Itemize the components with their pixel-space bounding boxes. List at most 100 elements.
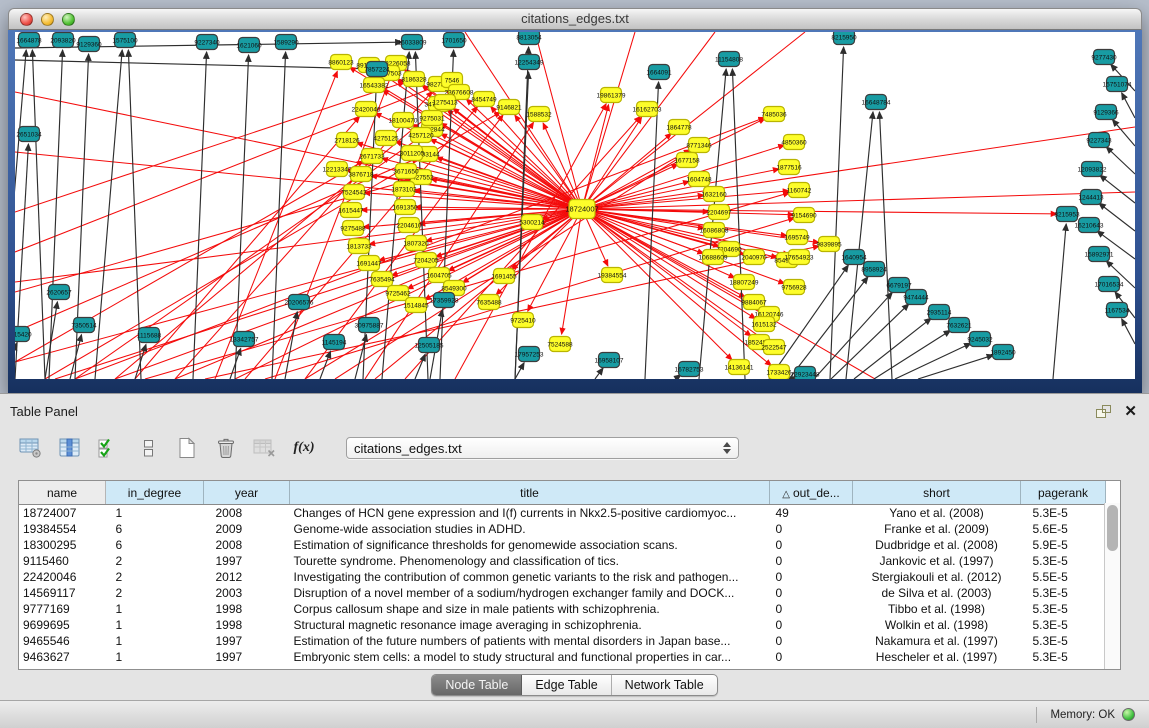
graph-node-label: 16033809 — [398, 40, 427, 47]
graph-edge[interactable] — [95, 50, 122, 379]
graph-edge[interactable] — [1053, 224, 1066, 379]
graph-edge[interactable] — [215, 71, 337, 379]
tab-node-table[interactable]: Node Table — [432, 675, 522, 695]
table-vertical-scrollbar[interactable] — [1104, 503, 1120, 669]
graph-edge[interactable] — [1100, 175, 1135, 203]
table-row[interactable]: 1938455462009Genome-wide association stu… — [19, 521, 1106, 537]
graph-edge[interactable] — [355, 335, 366, 379]
graph-edge[interactable] — [515, 363, 524, 379]
table-row[interactable]: 969969511998Structural magnetic resonanc… — [19, 617, 1106, 633]
graph-node-label: 1615447 — [338, 208, 364, 215]
graph-edge[interactable] — [235, 55, 249, 379]
graph-node-label: 1864778 — [666, 125, 692, 132]
graph-node-label: 1575100 — [112, 38, 138, 45]
graph-node-label: 2204697 — [706, 210, 732, 217]
column-header-title[interactable]: title — [290, 481, 770, 505]
zoom-window-button[interactable] — [62, 13, 75, 26]
graph-node-label: 9245032 — [967, 337, 993, 344]
column-header-in_degree[interactable]: in_degree — [106, 481, 204, 505]
graph-node-label: 1733426 — [766, 370, 792, 377]
table-row[interactable]: 1830029562008Estimation of significance … — [19, 537, 1106, 553]
dropdown-arrows-icon — [723, 442, 731, 454]
table-row[interactable]: 1872400712008Changes of HCN gene express… — [19, 505, 1106, 522]
graph-edge[interactable] — [15, 144, 28, 379]
graph-edge[interactable] — [595, 368, 603, 379]
tab-edge-table[interactable]: Edge Table — [522, 675, 611, 695]
new-column-icon[interactable] — [174, 436, 200, 460]
close-panel-icon[interactable]: ✕ — [1124, 404, 1137, 419]
tab-network-table[interactable]: Network Table — [612, 675, 717, 695]
graph-node-label: 3011205 — [400, 151, 425, 158]
graph-edge[interactable] — [582, 209, 760, 309]
table-row[interactable]: 1456911722003Disruption of a novel membe… — [19, 585, 1106, 601]
graph-node-label: 15751074 — [1103, 82, 1132, 89]
delete-table-icon[interactable] — [252, 436, 278, 460]
column-header-year[interactable]: year — [204, 481, 290, 505]
window-titlebar[interactable]: citations_edges.txt — [8, 8, 1142, 30]
table-row[interactable]: 946554611997Estimation of the future num… — [19, 633, 1106, 649]
minimize-window-button[interactable] — [41, 13, 54, 26]
graph-edge[interactable] — [645, 82, 659, 379]
graph-edge[interactable] — [732, 69, 745, 379]
column-header-out_de[interactable]: △out_de... — [770, 481, 853, 505]
graph-edge[interactable] — [582, 169, 779, 209]
show-columns-icon[interactable] — [57, 436, 83, 460]
table-select-value: citations_edges.txt — [354, 441, 462, 456]
graph-edge[interactable] — [382, 52, 409, 379]
column-header-pagerank[interactable]: pagerank — [1021, 481, 1106, 505]
graph-edge[interactable] — [830, 47, 844, 379]
graph-edge[interactable] — [285, 312, 297, 379]
graph-node-label: 9725410 — [510, 318, 536, 325]
graph-edge[interactable] — [854, 318, 931, 379]
graph-node-label: 2718126 — [334, 138, 360, 145]
graph-node-label: 5300214 — [519, 220, 545, 227]
graph-edge[interactable] — [1122, 93, 1135, 118]
table-panel-header: Table Panel ✕ — [0, 394, 1149, 428]
table-select-dropdown[interactable]: citations_edges.txt — [346, 437, 739, 459]
memory-status-indicator[interactable] — [1122, 708, 1135, 721]
network-canvas[interactable]: 1872400788601238912955182260589827503818… — [15, 32, 1135, 379]
graph-edge[interactable] — [895, 343, 971, 379]
graph-node-label: 1145194 — [322, 340, 347, 347]
graph-edge[interactable] — [831, 304, 909, 379]
graph-node-label: 7632621 — [946, 323, 972, 330]
table-tabs-bar: Node Table Edge Table Network Table — [0, 670, 1149, 700]
column-header-short[interactable]: short — [853, 481, 1021, 505]
graph-edge[interactable] — [320, 351, 330, 379]
graph-node-label: 3671650 — [393, 169, 419, 176]
row-height-icon[interactable] — [135, 436, 161, 460]
graph-edge[interactable] — [15, 161, 363, 362]
graph-node-label: 8813054 — [516, 35, 542, 42]
table-row[interactable]: 2242004622012Investigating the contribut… — [19, 569, 1106, 585]
scrollbar-thumb[interactable] — [1107, 505, 1118, 551]
table-row[interactable]: 946362711997Embryonic stem cells: a mode… — [19, 649, 1106, 665]
function-builder-icon[interactable]: f(x) — [291, 436, 317, 460]
graph-edge[interactable] — [582, 32, 635, 209]
graph-node-label: 9129360 — [76, 42, 102, 49]
graph-edge[interactable] — [918, 355, 993, 379]
graph-edge[interactable] — [1099, 203, 1135, 231]
table-mode-icon[interactable] — [18, 436, 44, 460]
graph-edge[interactable] — [879, 112, 892, 379]
graph-edge[interactable] — [15, 60, 367, 69]
table-row[interactable]: 911546021997Tourette syndrome. Phenomeno… — [19, 553, 1106, 569]
graph-edge[interactable] — [1122, 319, 1135, 344]
select-checklist-icon[interactable] — [96, 436, 122, 460]
column-header-name[interactable]: name — [19, 481, 106, 505]
graph-edge[interactable] — [1112, 120, 1135, 146]
graph-edge[interactable] — [582, 192, 1135, 209]
graph-edge[interactable] — [15, 209, 582, 362]
graph-node-label: 19384554 — [598, 273, 627, 280]
memory-status-label: Memory: OK — [1050, 709, 1115, 721]
close-window-button[interactable] — [20, 13, 33, 26]
graph-edge[interactable] — [32, 50, 45, 379]
float-panel-icon[interactable] — [1095, 404, 1112, 419]
graph-node-label: 2204610 — [396, 223, 422, 230]
graph-edge[interactable] — [1106, 147, 1135, 174]
graph-node-label: 7546 — [445, 78, 460, 85]
table-row[interactable]: 977716911998Corpus callosum shape and si… — [19, 601, 1106, 617]
graph-node-label: 9474444 — [903, 295, 929, 302]
graph-node-label: 12093822 — [1078, 167, 1107, 174]
graph-node-label: 9756928 — [781, 285, 807, 292]
delete-column-icon[interactable] — [213, 436, 239, 460]
